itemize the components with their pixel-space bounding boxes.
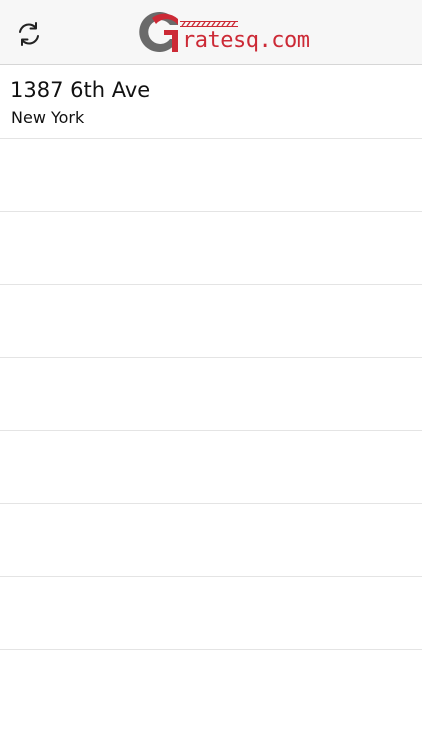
list-item[interactable]: 1387 6th Ave New York [0, 65, 422, 139]
refresh-button[interactable] [14, 20, 44, 48]
location-city: New York [11, 108, 85, 127]
logo-text: ratesq.com [182, 28, 310, 53]
list-item[interactable] [0, 139, 422, 212]
list-item[interactable] [0, 504, 422, 577]
list-item[interactable] [0, 358, 422, 431]
list-item[interactable] [0, 431, 422, 504]
logo-text-red: ratesq.com [182, 28, 310, 53]
list-item[interactable] [0, 577, 422, 650]
list-item[interactable] [0, 212, 422, 285]
location-list: 1387 6th Ave New York [0, 65, 422, 650]
list-item[interactable] [0, 285, 422, 358]
app-screen: ratesq.com 1387 6th Ave New York [0, 0, 422, 750]
location-address: 1387 6th Ave [10, 78, 151, 102]
top-bar: ratesq.com [0, 0, 422, 65]
refresh-icon [19, 22, 39, 46]
site-logo[interactable]: ratesq.com [138, 8, 310, 56]
